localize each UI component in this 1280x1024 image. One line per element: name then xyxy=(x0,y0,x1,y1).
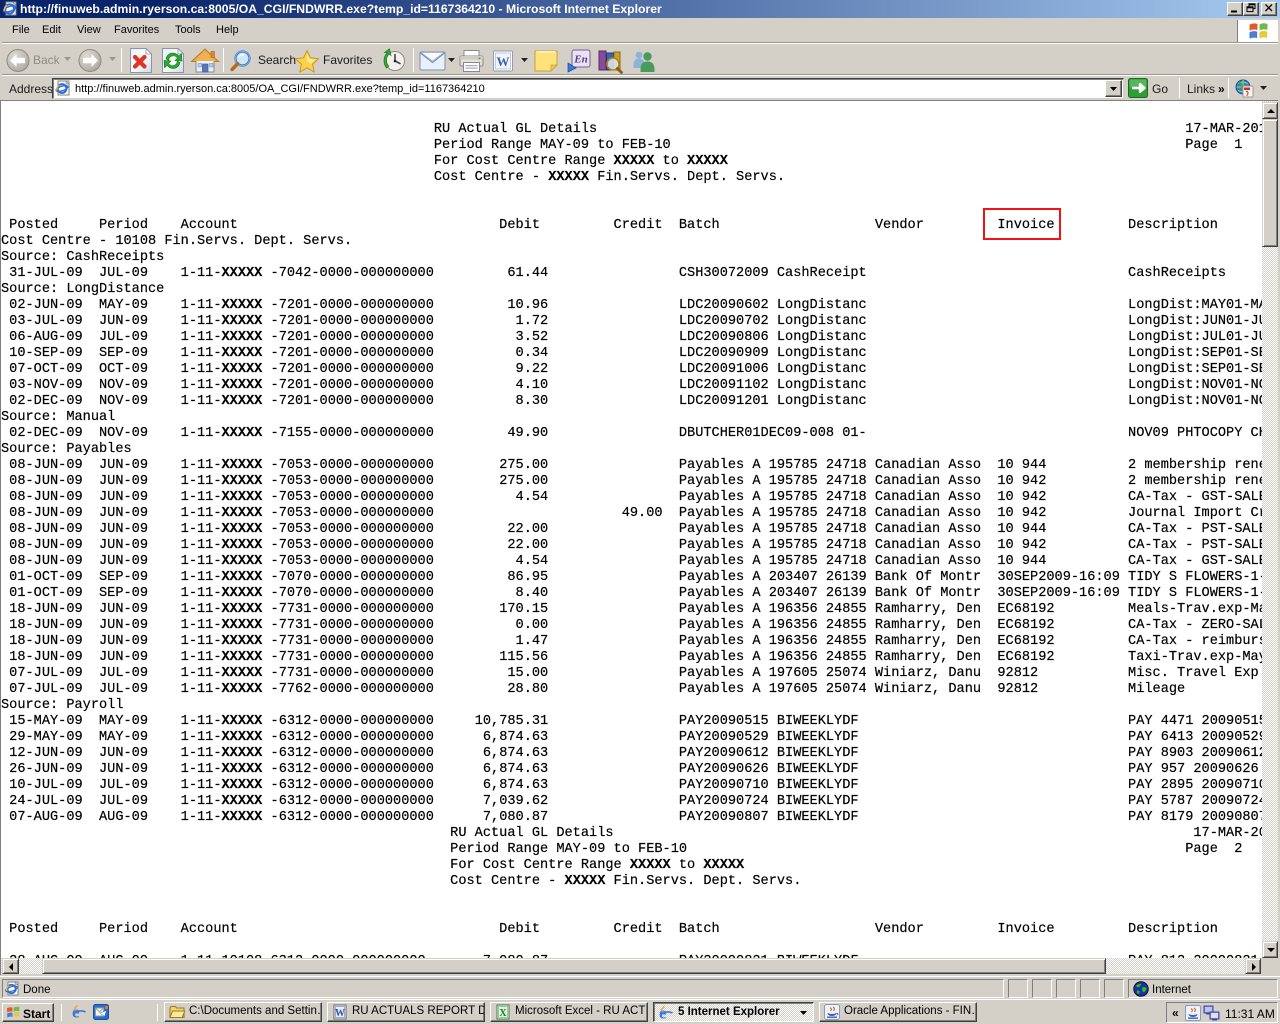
svg-text:X: X xyxy=(499,1008,507,1019)
svg-text:W: W xyxy=(335,1008,345,1019)
svg-text:En: En xyxy=(573,54,587,66)
svg-text:W: W xyxy=(497,54,510,69)
